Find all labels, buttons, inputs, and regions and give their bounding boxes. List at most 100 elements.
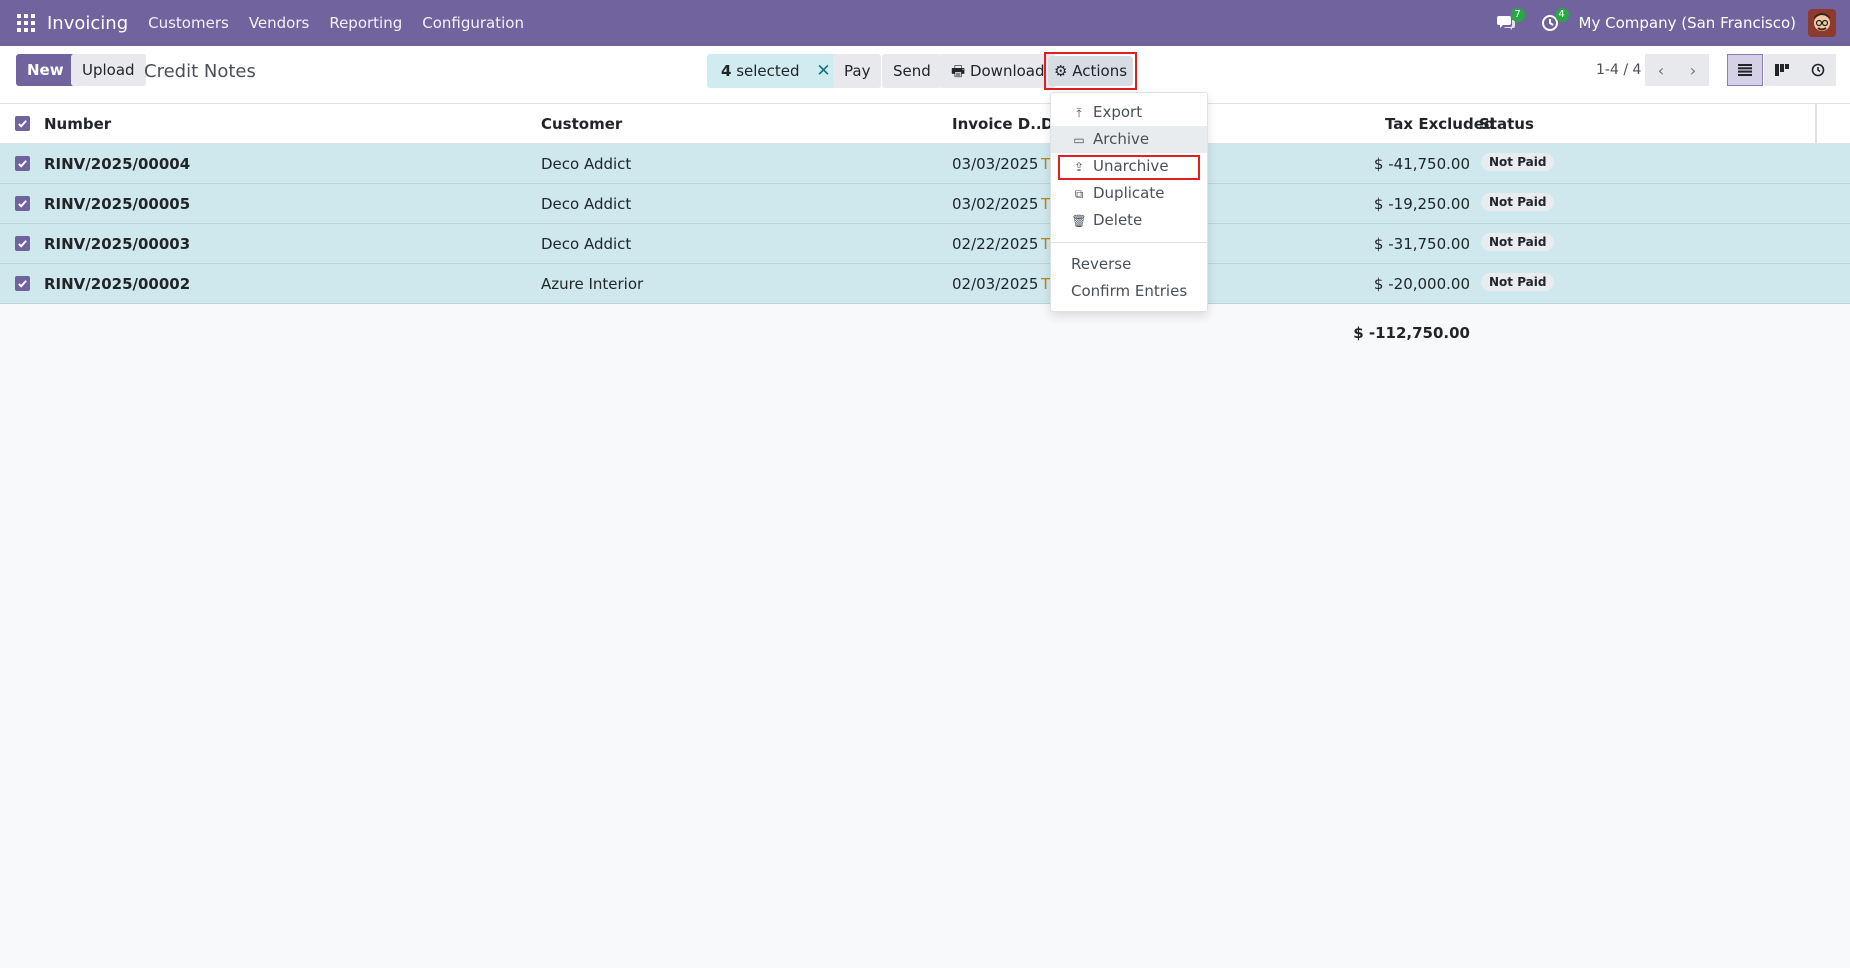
header-status[interactable]: Status	[1479, 115, 1534, 133]
table-row[interactable]: RINV/2025/00004 Deco Addict 03/03/2025 T…	[0, 144, 1850, 184]
cell-date: 02/03/2025	[952, 275, 1039, 293]
actions-dropdown-menu: ⤒ Export ▭ Archive ⇪ Unarchive ⧉ Duplicate 🗑…	[1050, 92, 1208, 312]
pay-button[interactable]: Pay	[833, 54, 882, 88]
status-badge: Not Paid	[1481, 273, 1555, 291]
upload-icon: ⤒	[1076, 106, 1082, 120]
company-switcher[interactable]: My Company (San Francisco)	[1579, 14, 1796, 32]
select-all-checkbox[interactable]	[15, 116, 30, 131]
user-avatar[interactable]	[1808, 9, 1836, 37]
row-checkbox[interactable]	[15, 236, 30, 251]
cell-due: T	[1041, 275, 1051, 293]
activity-view-button[interactable]	[1800, 54, 1836, 86]
send-button[interactable]: Send	[882, 54, 942, 88]
header-invoice-date[interactable]: Invoice D...	[952, 115, 1047, 133]
page-title: Credit Notes	[144, 61, 256, 82]
printer-icon: 🖶	[951, 62, 966, 80]
cell-date: 03/03/2025	[952, 155, 1039, 173]
cell-due: T	[1041, 155, 1051, 173]
menu-item-reverse[interactable]: Reverse	[1051, 251, 1207, 278]
menu-item-duplicate[interactable]: ⧉ Duplicate	[1051, 180, 1207, 207]
menu-customers[interactable]: Customers	[148, 14, 229, 32]
table-header: Number Customer Invoice D... D Tax Exclu…	[0, 104, 1850, 144]
app-title[interactable]: Invoicing	[47, 13, 128, 34]
column-divider	[1815, 104, 1817, 144]
row-checkbox[interactable]	[15, 156, 30, 171]
list-view-icon	[1738, 64, 1752, 76]
chevron-right-icon: ›	[1689, 60, 1697, 80]
list-table: Number Customer Invoice D... D Tax Exclu…	[0, 104, 1850, 304]
selection-indicator: 4 selected ✕	[707, 54, 845, 88]
clear-selection-icon[interactable]: ✕	[816, 61, 830, 81]
selected-count: 4	[721, 62, 732, 80]
cell-customer: Deco Addict	[541, 235, 632, 253]
cell-amount: $ -31,750.00	[1373, 235, 1470, 253]
apps-grid-icon[interactable]	[13, 10, 39, 36]
cell-number: RINV/2025/00003	[44, 235, 191, 253]
menu-item-delete-label: Delete	[1093, 211, 1143, 229]
chevron-left-icon: ‹	[1657, 60, 1665, 80]
menu-item-duplicate-label: Duplicate	[1093, 184, 1165, 202]
kanban-view-icon	[1775, 64, 1789, 76]
activities-count-badge: 4	[1554, 8, 1569, 22]
messages-count-badge: 7	[1510, 8, 1525, 22]
clock-view-icon	[1811, 63, 1825, 77]
menu-reporting[interactable]: Reporting	[329, 14, 402, 32]
cell-customer: Deco Addict	[541, 195, 632, 213]
table-row[interactable]: RINV/2025/00003 Deco Addict 02/22/2025 T…	[0, 224, 1850, 264]
cell-customer: Azure Interior	[541, 275, 644, 293]
pager-value[interactable]: 1-4 / 4	[1596, 62, 1641, 78]
download-button[interactable]: 🖶 Download	[940, 54, 1056, 88]
top-navbar: Invoicing Customers Vendors Reporting Co…	[0, 0, 1850, 46]
unarchive-highlight	[1058, 155, 1200, 180]
menu-item-confirm-entries[interactable]: Confirm Entries	[1051, 278, 1207, 305]
actions-button[interactable]: ⚙ Actions	[1048, 56, 1133, 86]
row-checkbox[interactable]	[15, 196, 30, 211]
cell-number: RINV/2025/00002	[44, 275, 191, 293]
new-button[interactable]: New	[16, 54, 75, 86]
menu-item-unarchive[interactable]: ⇪ Unarchive	[1051, 153, 1207, 180]
activities-button[interactable]: 4	[1535, 8, 1569, 38]
trash-icon: 🗑	[1071, 214, 1087, 228]
header-customer[interactable]: Customer	[541, 115, 622, 133]
status-badge: Not Paid	[1481, 153, 1555, 171]
menu-divider	[1051, 242, 1207, 243]
upload-button[interactable]: Upload	[71, 54, 146, 86]
amount-total: $ -112,750.00	[1353, 324, 1470, 342]
pager-previous-button[interactable]: ‹	[1645, 54, 1677, 86]
cell-number: RINV/2025/00005	[44, 195, 191, 213]
list-view-button[interactable]	[1727, 54, 1763, 86]
gear-icon: ⚙	[1053, 62, 1068, 80]
control-panel: New Upload Credit Notes 4 selected ✕ Pay…	[0, 46, 1850, 104]
table-row[interactable]: RINV/2025/00002 Azure Interior 02/03/202…	[0, 264, 1850, 304]
status-badge: Not Paid	[1481, 233, 1555, 251]
menu-vendors[interactable]: Vendors	[249, 14, 310, 32]
row-checkbox[interactable]	[15, 276, 30, 291]
cell-date: 02/22/2025	[952, 235, 1039, 253]
cell-date: 03/02/2025	[952, 195, 1039, 213]
cell-amount: $ -20,000.00	[1373, 275, 1470, 293]
selected-label: selected	[736, 62, 800, 80]
menu-item-delete[interactable]: 🗑 Delete	[1051, 207, 1207, 234]
menu-item-archive[interactable]: ▭ Archive	[1051, 126, 1207, 153]
pager-next-button[interactable]: ›	[1677, 54, 1709, 86]
inbox-icon: ▭	[1073, 133, 1085, 147]
menu-configuration[interactable]: Configuration	[422, 14, 524, 32]
status-badge: Not Paid	[1481, 193, 1555, 211]
cell-amount: $ -19,250.00	[1373, 195, 1470, 213]
menu-item-export[interactable]: ⤒ Export	[1051, 99, 1207, 126]
download-label: Download	[969, 62, 1045, 80]
cell-number: RINV/2025/00004	[44, 155, 191, 173]
table-row[interactable]: RINV/2025/00005 Deco Addict 03/02/2025 T…	[0, 184, 1850, 224]
messages-button[interactable]: 7	[1491, 8, 1525, 38]
menu-item-archive-label: Archive	[1093, 130, 1150, 148]
cell-amount: $ -41,750.00	[1373, 155, 1470, 173]
actions-button-highlight: ⚙ Actions	[1044, 52, 1137, 90]
cell-customer: Deco Addict	[541, 155, 632, 173]
kanban-view-button[interactable]	[1764, 54, 1800, 86]
cell-due: T	[1041, 235, 1051, 253]
menu-item-export-label: Export	[1093, 103, 1143, 121]
cell-due: T	[1041, 195, 1051, 213]
header-number[interactable]: Number	[44, 115, 111, 133]
copy-icon: ⧉	[1074, 187, 1084, 201]
actions-label: Actions	[1072, 62, 1128, 80]
